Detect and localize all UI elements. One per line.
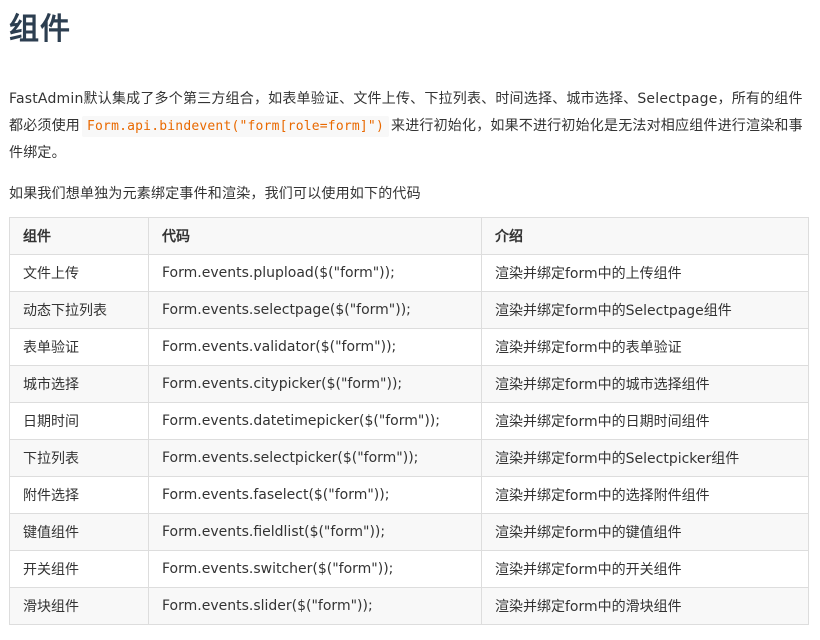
cell-component: 动态下拉列表 bbox=[9, 291, 149, 329]
cell-code: Form.events.citypicker($("form")); bbox=[148, 365, 482, 403]
cell-code: Form.events.selectpage($("form")); bbox=[148, 291, 482, 329]
header-code: 代码 bbox=[148, 217, 482, 255]
components-table: 组件 代码 介绍 文件上传 Form.events.plupload($("fo… bbox=[9, 217, 809, 625]
table-row: 动态下拉列表 Form.events.selectpage($("form"))… bbox=[9, 291, 809, 329]
table-header: 组件 代码 介绍 bbox=[9, 217, 809, 255]
cell-code: Form.events.faselect($("form")); bbox=[148, 476, 482, 514]
intro-paragraph: FastAdmin默认集成了多个第三方组合，如表单验证、文件上传、下拉列表、时间… bbox=[9, 86, 809, 167]
cell-component: 滑块组件 bbox=[9, 587, 149, 625]
cell-code: Form.events.plupload($("form")); bbox=[148, 254, 482, 292]
lead-paragraph: 如果我们想单独为元素绑定事件和渲染，我们可以使用如下的代码 bbox=[9, 186, 421, 202]
cell-description: 渲染并绑定form中的城市选择组件 bbox=[481, 365, 809, 403]
header-component: 组件 bbox=[9, 217, 149, 255]
cell-description: 渲染并绑定form中的选择附件组件 bbox=[481, 476, 809, 514]
cell-component: 下拉列表 bbox=[9, 439, 149, 477]
cell-component: 文件上传 bbox=[9, 254, 149, 292]
cell-description: 渲染并绑定form中的滑块组件 bbox=[481, 587, 809, 625]
page-title: 组件 bbox=[9, 12, 71, 47]
cell-code: Form.events.datetimepicker($("form")); bbox=[148, 402, 482, 440]
cell-description: 渲染并绑定form中的Selectpage组件 bbox=[481, 291, 809, 329]
cell-code: Form.events.selectpicker($("form")); bbox=[148, 439, 482, 477]
table-row: 表单验证 Form.events.validator($("form")); 渲… bbox=[9, 328, 809, 366]
table-row: 滑块组件 Form.events.slider($("form")); 渲染并绑… bbox=[9, 587, 809, 625]
cell-description: 渲染并绑定form中的Selectpicker组件 bbox=[481, 439, 809, 477]
cell-description: 渲染并绑定form中的开关组件 bbox=[481, 550, 809, 588]
cell-description: 渲染并绑定form中的日期时间组件 bbox=[481, 402, 809, 440]
cell-code: Form.events.slider($("form")); bbox=[148, 587, 482, 625]
cell-code: Form.events.validator($("form")); bbox=[148, 328, 482, 366]
table-header-row: 组件 代码 介绍 bbox=[9, 217, 809, 255]
inline-code: Form.api.bindevent("form[role=form]") bbox=[82, 116, 389, 137]
cell-description: 渲染并绑定form中的表单验证 bbox=[481, 328, 809, 366]
table-row: 城市选择 Form.events.citypicker($("form")); … bbox=[9, 365, 809, 403]
cell-code: Form.events.fieldlist($("form")); bbox=[148, 513, 482, 551]
cell-component: 开关组件 bbox=[9, 550, 149, 588]
cell-component: 表单验证 bbox=[9, 328, 149, 366]
cell-component: 附件选择 bbox=[9, 476, 149, 514]
header-description: 介绍 bbox=[481, 217, 809, 255]
table-body: 文件上传 Form.events.plupload($("form")); 渲染… bbox=[9, 254, 809, 625]
table-row: 开关组件 Form.events.switcher($("form")); 渲染… bbox=[9, 550, 809, 588]
cell-component: 键值组件 bbox=[9, 513, 149, 551]
cell-component: 城市选择 bbox=[9, 365, 149, 403]
doc-page: 组件 FastAdmin默认集成了多个第三方组合，如表单验证、文件上传、下拉列表… bbox=[0, 0, 820, 640]
cell-component: 日期时间 bbox=[9, 402, 149, 440]
cell-description: 渲染并绑定form中的上传组件 bbox=[481, 254, 809, 292]
cell-code: Form.events.switcher($("form")); bbox=[148, 550, 482, 588]
table-row: 日期时间 Form.events.datetimepicker($("form"… bbox=[9, 402, 809, 440]
table-row: 下拉列表 Form.events.selectpicker($("form"))… bbox=[9, 439, 809, 477]
table-row: 键值组件 Form.events.fieldlist($("form")); 渲… bbox=[9, 513, 809, 551]
table-row: 附件选择 Form.events.faselect($("form")); 渲染… bbox=[9, 476, 809, 514]
table-row: 文件上传 Form.events.plupload($("form")); 渲染… bbox=[9, 254, 809, 292]
cell-description: 渲染并绑定form中的键值组件 bbox=[481, 513, 809, 551]
